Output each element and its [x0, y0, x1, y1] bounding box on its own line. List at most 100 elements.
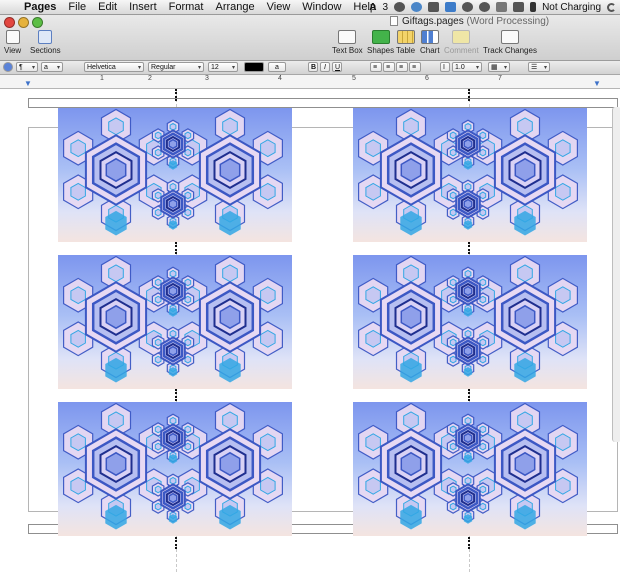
- snowflake-arm-core: [479, 485, 487, 494]
- menu-view[interactable]: View: [261, 1, 297, 13]
- snowflake-arm-core: [403, 264, 419, 283]
- menu-insert[interactable]: Insert: [123, 1, 163, 13]
- snowflake-arm-core: [108, 264, 124, 283]
- sync-icon[interactable]: [394, 2, 406, 12]
- snowflake-ring: [219, 304, 241, 330]
- character-style-popup[interactable]: a ▾: [41, 62, 63, 72]
- menu-app-pages[interactable]: Pages: [18, 1, 62, 13]
- snowflake-arm-core: [365, 476, 381, 495]
- bold-button[interactable]: B: [308, 62, 318, 72]
- menu-file[interactable]: File: [62, 1, 92, 13]
- font-size-value: 12: [211, 64, 219, 71]
- adobe-icon[interactable]: A: [369, 2, 376, 13]
- right-margin-marker-icon[interactable]: ▼: [593, 79, 601, 88]
- format-bar: ¶ ▾ a ▾ Helvetica ▾ Regular ▾ 12 ▾ a B I U ≡ …: [0, 61, 620, 75]
- snowflake-arm-core: [555, 286, 571, 305]
- gift-tag-image[interactable]: [58, 402, 292, 536]
- dropbox-icon[interactable]: [445, 2, 457, 12]
- view-button[interactable]: View: [4, 30, 21, 55]
- shapes-button[interactable]: Shapes: [367, 30, 394, 55]
- snowflake-arm-core: [169, 122, 177, 131]
- columns-select[interactable]: ▦ ▾: [488, 62, 510, 72]
- menu-format[interactable]: Format: [163, 1, 210, 13]
- battery-status-text[interactable]: Not Charging: [542, 2, 601, 13]
- snowflake-arm-core: [479, 425, 487, 434]
- snowflake-arm-core: [154, 278, 162, 287]
- snowflake-ring: [219, 451, 241, 477]
- snowflake-arm-core: [517, 264, 533, 283]
- snowflake-arm-core: [260, 329, 276, 348]
- snowflake-ring: [168, 345, 178, 357]
- menu-window[interactable]: Window: [296, 1, 347, 13]
- snowflake-arm-core: [449, 131, 457, 140]
- align-right-button[interactable]: ≡: [396, 62, 408, 72]
- document-icon: [390, 16, 398, 27]
- gift-tag-image[interactable]: [58, 108, 292, 242]
- align-center-button[interactable]: ≡: [383, 62, 395, 72]
- gift-tag-image[interactable]: [353, 255, 587, 389]
- time-machine-icon[interactable]: [462, 2, 474, 12]
- snowflake-arm-core: [154, 148, 162, 157]
- flag-icon[interactable]: [428, 2, 440, 12]
- snowflake-arm-core: [555, 433, 571, 452]
- globe-icon[interactable]: [411, 2, 423, 12]
- comment-button[interactable]: Comment: [444, 30, 479, 55]
- document-canvas[interactable]: [0, 89, 620, 572]
- snowflake-arm-core: [479, 338, 487, 347]
- snowflake-arm-core: [464, 416, 472, 425]
- snowflake-arm-core: [184, 425, 192, 434]
- track-changes-button[interactable]: Track Changes: [483, 30, 537, 55]
- menu-edit[interactable]: Edit: [92, 1, 123, 13]
- snowflake-artwork: [62, 108, 283, 236]
- ruler-number: 1: [100, 75, 104, 82]
- chart-button[interactable]: Chart: [420, 30, 440, 55]
- underline-button[interactable]: U: [332, 62, 342, 72]
- volume-icon[interactable]: [513, 2, 525, 12]
- gift-tag-image[interactable]: [353, 402, 587, 536]
- styles-drawer-icon[interactable]: [3, 62, 13, 72]
- battery-icon[interactable]: [530, 2, 537, 12]
- chart-label: Chart: [420, 46, 440, 55]
- font-size-select[interactable]: 12 ▾: [208, 62, 238, 72]
- snowflake-arm-core: [70, 329, 86, 348]
- list-style-select[interactable]: ☰ ▾: [528, 62, 550, 72]
- text-box-button[interactable]: Text Box: [332, 30, 363, 55]
- snowflake-arm-core: [479, 442, 487, 451]
- snowflake-ring: [219, 157, 241, 183]
- snowflake-arm-core: [154, 295, 162, 304]
- snowflake-arm-core: [184, 338, 192, 347]
- text-color-well[interactable]: [244, 62, 264, 72]
- snowflake-ring: [168, 198, 178, 210]
- snowflake-arm-core: [449, 485, 457, 494]
- paragraph-style-popup[interactable]: ¶ ▾: [16, 62, 38, 72]
- line-spacing-select[interactable]: 1.0 ▾: [452, 62, 482, 72]
- font-family-select[interactable]: Helvetica ▾: [84, 62, 144, 72]
- snowflake-arm-core: [365, 433, 381, 452]
- left-indent-marker-icon[interactable]: ▼: [24, 79, 32, 88]
- snowflake-arm-core: [70, 182, 86, 201]
- menu-arrange[interactable]: Arrange: [209, 1, 260, 13]
- gift-tag-image[interactable]: [353, 108, 587, 242]
- wifi-icon[interactable]: [496, 2, 508, 12]
- close-window-icon[interactable]: [4, 17, 15, 28]
- italic-button[interactable]: I: [320, 62, 330, 72]
- snowflake-arm-core: [169, 476, 177, 485]
- table-button[interactable]: Table: [396, 30, 415, 55]
- font-style-select[interactable]: Regular ▾: [148, 62, 204, 72]
- zoom-window-icon[interactable]: [32, 17, 43, 28]
- gift-tag-image[interactable]: [58, 255, 292, 389]
- snowflake-arm-core: [555, 329, 571, 348]
- spinner-icon[interactable]: [607, 2, 616, 12]
- highlight-color-well[interactable]: a: [268, 62, 286, 72]
- sections-button[interactable]: Sections: [30, 30, 61, 55]
- bluetooth-icon[interactable]: [479, 2, 491, 12]
- minimize-window-icon[interactable]: [18, 17, 29, 28]
- snowflake-arm-core: [184, 295, 192, 304]
- snowflake-arm-core: [70, 433, 86, 452]
- horizontal-ruler[interactable]: ▼ 1 2 3 4 5 6 7 ▼: [0, 75, 620, 89]
- window-title: Giftags.pages (Word Processing): [390, 16, 549, 27]
- justify-button[interactable]: ≡: [409, 62, 421, 72]
- vertical-scrollbar[interactable]: [612, 107, 620, 442]
- column-break-marker: [468, 537, 472, 549]
- align-left-button[interactable]: ≡: [370, 62, 382, 72]
